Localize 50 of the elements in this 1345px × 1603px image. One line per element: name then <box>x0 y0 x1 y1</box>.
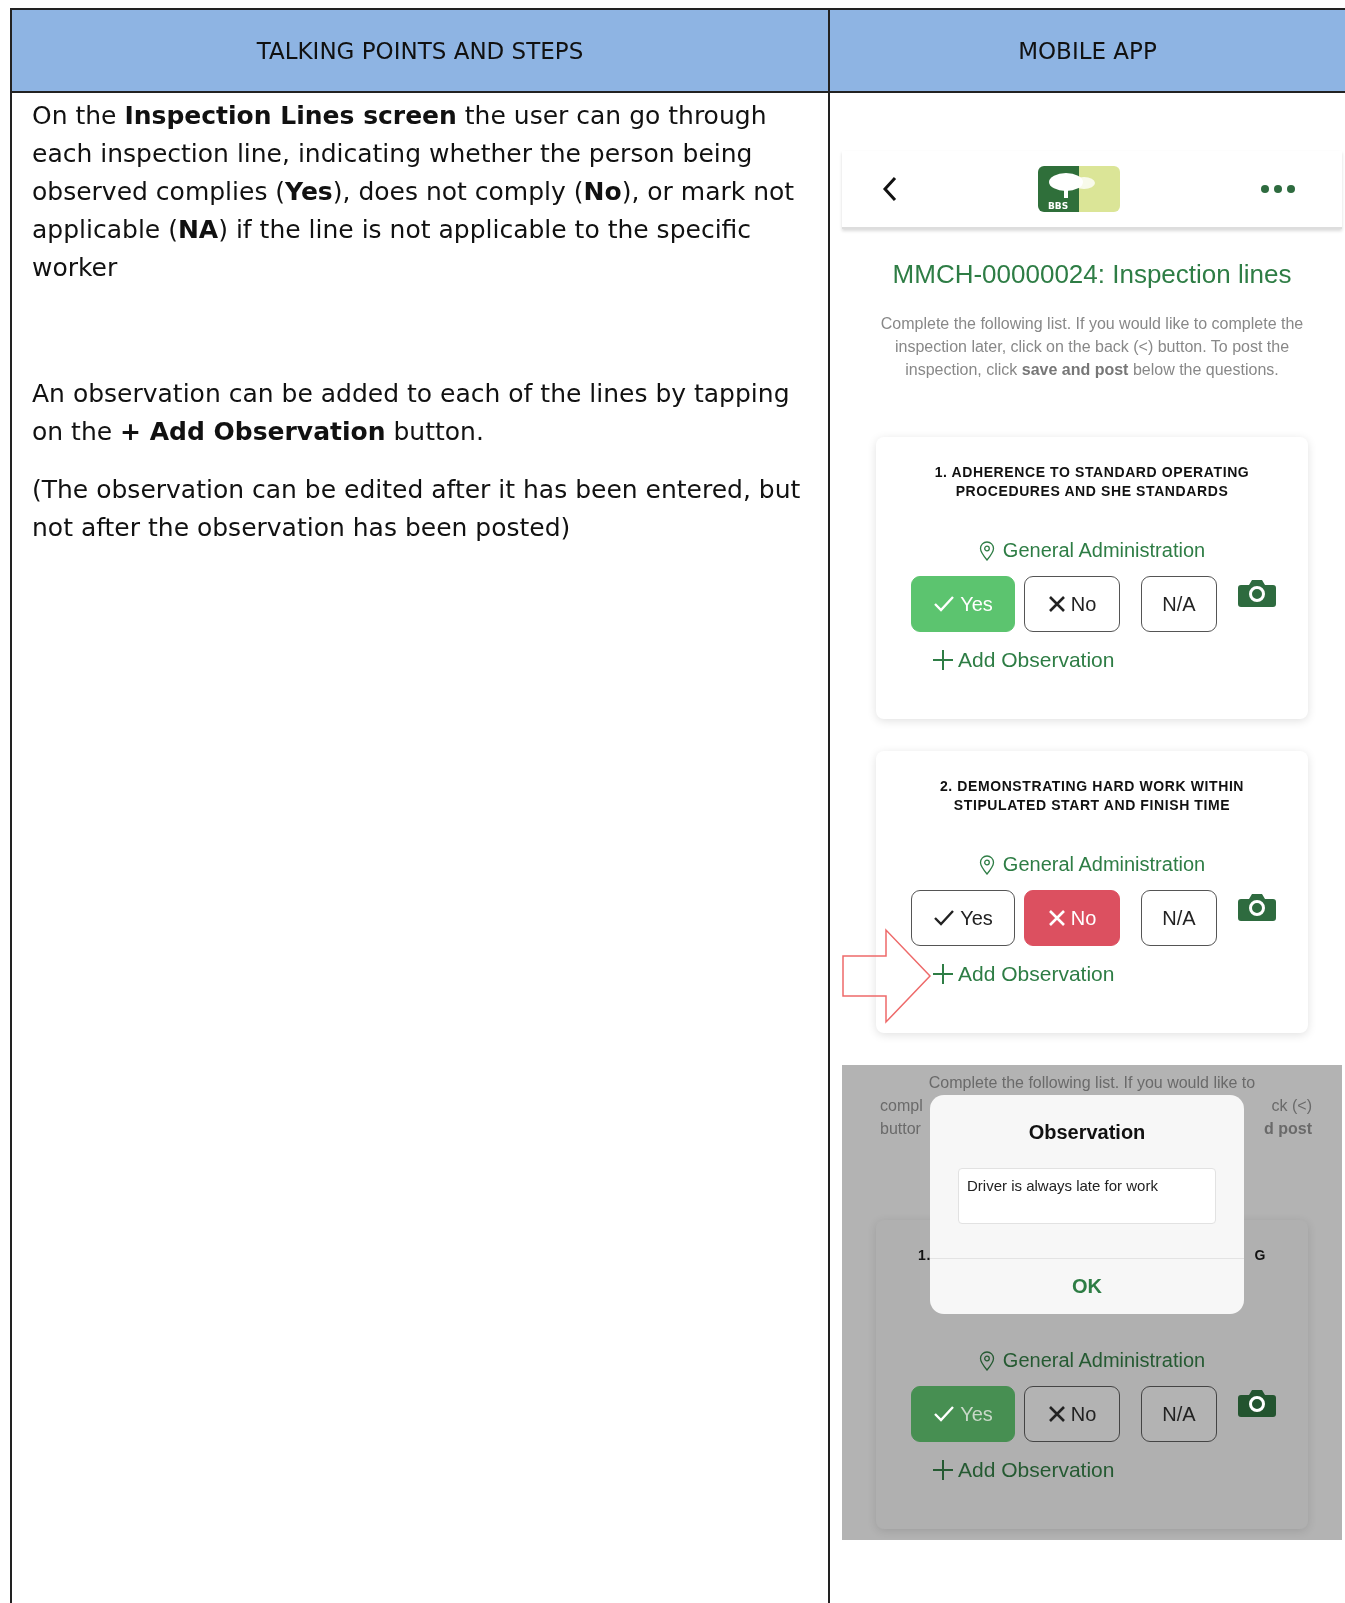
question-text: 2. DEMONSTRATING HARD WORK WITHIN STIPULATED START AND FINISH TIME <box>938 777 1246 815</box>
back-icon <box>882 176 898 202</box>
column-header: TALKING POINTS AND STEPS <box>12 8 830 93</box>
paragraph: (The observation can be edited after it has been entered, but not after the observation has been posted) <box>32 474 802 544</box>
answer-button[interactable]: Yes <box>911 890 1015 946</box>
more-icon <box>1260 184 1296 194</box>
check-icon <box>933 595 956 613</box>
logo-text: BBS <box>1048 201 1069 211</box>
column-header: MOBILE APP <box>830 8 1345 93</box>
pin-icon <box>978 540 995 561</box>
camera-icon <box>1238 578 1276 608</box>
close-icon <box>1047 595 1066 613</box>
description-text: buttor <box>880 1119 921 1139</box>
answer-button[interactable]: No <box>1024 890 1120 946</box>
answer-button[interactable]: N/A <box>1141 1386 1217 1442</box>
answer-button[interactable]: N/A <box>1141 890 1217 946</box>
check-icon <box>933 1405 956 1423</box>
question-text: 1. <box>918 1246 931 1265</box>
ok-button[interactable]: OK <box>930 1258 1244 1314</box>
description-text: Complete the following list. If you would like to complete the inspection later, click on the back (<) button. To post the inspection, click save and post below the questions. <box>880 314 1304 380</box>
screen-title: MMCH-00000024: Inspection lines <box>891 259 1293 290</box>
question-text: 1. ADHERENCE TO STANDARD OPERATING PROCEDURES AND SHE STANDARDS <box>933 463 1251 501</box>
add-observation-link[interactable]: Add Observation <box>932 648 1115 672</box>
answer-button[interactable]: No <box>1024 576 1120 632</box>
location-label: General Administration <box>896 539 1288 562</box>
location-label: General Administration <box>896 1349 1288 1372</box>
add-observation-link[interactable]: Add Observation <box>932 1458 1115 1482</box>
plus-icon <box>932 1459 954 1481</box>
plus-icon <box>932 963 954 985</box>
plus-icon <box>932 649 954 671</box>
description-text: Complete the following list. If you would like to <box>927 1073 1257 1093</box>
camera-icon <box>1238 892 1276 922</box>
description-text: compl <box>880 1096 923 1116</box>
description-text: d post <box>1264 1119 1312 1139</box>
paragraph: On the Inspection Lines screen the user can go through each inspection line, indicating whether the person being observed complies (Yes), does not comply (No), or mark not applicable (NA) if the line is not applicable to the specific worker <box>32 100 796 284</box>
close-icon <box>1047 909 1066 927</box>
close-icon <box>1047 1405 1066 1423</box>
pin-icon <box>978 1350 995 1371</box>
answer-button[interactable]: N/A <box>1141 576 1217 632</box>
question-text: G <box>1254 1246 1266 1265</box>
check-icon <box>933 909 956 927</box>
dialog-title: Observation <box>1028 1121 1146 1144</box>
description-text: ck (<) <box>1271 1096 1312 1116</box>
answer-button[interactable]: No <box>1024 1386 1120 1442</box>
pin-icon <box>978 854 995 875</box>
camera-icon <box>1238 1388 1276 1418</box>
location-label: General Administration <box>896 853 1288 876</box>
paragraph: An observation can be added to each of the lines by tapping on the + Add Observation button. <box>32 378 791 448</box>
add-observation-link[interactable]: Add Observation <box>932 962 1115 986</box>
observation-input[interactable]: Driver is always late for work <box>958 1168 1216 1224</box>
